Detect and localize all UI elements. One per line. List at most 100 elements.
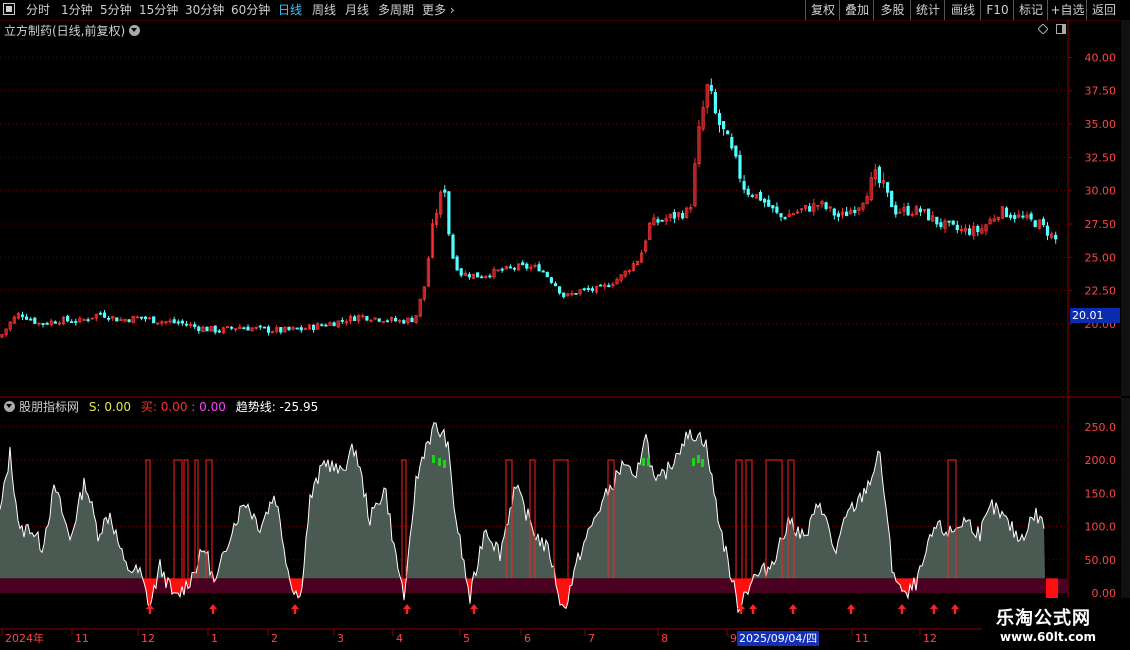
candle-body xyxy=(213,325,217,333)
candle-body xyxy=(906,206,910,216)
candle-body xyxy=(475,272,480,278)
period-tab-1min[interactable]: 1分钟 xyxy=(61,2,93,18)
period-tab-5min[interactable]: 5分钟 xyxy=(100,2,132,18)
indicator-trend-value: 趋势线: -25.95 xyxy=(235,400,319,414)
indicator-title: 股朋指标网 S: 0.00 买: 0.00 : 0.00 趋势线: -25.95 xyxy=(4,398,318,415)
candle-body xyxy=(53,321,57,324)
candle-body xyxy=(853,209,857,213)
stock-chart-canvas[interactable]: 40.00 37.50 35.00 32.50 30.00 27.50 25.00 22.50… xyxy=(0,20,1130,650)
buy-arrow xyxy=(749,604,757,614)
candle-body xyxy=(107,317,111,320)
period-tab-30min[interactable]: 30分钟 xyxy=(185,2,224,18)
adjust-button[interactable]: 复权 xyxy=(805,0,840,20)
stock-title-text: 立方制药(日线,前复权) xyxy=(4,24,126,38)
date-tick-label: 12 xyxy=(141,632,155,645)
signal-pulse xyxy=(401,459,407,579)
indicator-dropdown-icon[interactable] xyxy=(4,401,15,412)
period-tab-monthly[interactable]: 月线 xyxy=(345,2,369,18)
top-marker xyxy=(697,455,700,463)
date-cursor-label: 2025/09/04/四 xyxy=(737,631,820,646)
stats-button[interactable]: 统计 xyxy=(910,0,945,20)
buy-arrow xyxy=(847,604,855,614)
candle-body xyxy=(246,326,250,331)
candle-body xyxy=(939,222,943,228)
price-tick-label: 30.00 xyxy=(1085,185,1117,198)
candle-body xyxy=(742,181,746,190)
candle-body xyxy=(488,275,492,278)
indicator-tick-label: 150.0 xyxy=(1085,487,1117,500)
candle-body xyxy=(180,320,184,324)
candle-body xyxy=(229,326,234,329)
candle-body xyxy=(98,312,102,315)
candle-body xyxy=(590,288,595,291)
period-tab-daily[interactable]: 日线 xyxy=(278,2,302,18)
candle-body xyxy=(512,267,517,270)
candle-body xyxy=(607,285,611,288)
candle-body xyxy=(443,189,447,193)
candle-body xyxy=(877,166,882,184)
current-price-label: 20.01 xyxy=(1070,308,1120,323)
overlay-button[interactable]: 叠加 xyxy=(839,0,874,20)
period-tab-60min[interactable]: 60分钟 xyxy=(231,2,270,18)
indicator-series xyxy=(0,422,1068,614)
window-menu-icon[interactable] xyxy=(3,3,15,15)
candle-body xyxy=(262,326,267,329)
panel-toggle-icon[interactable] xyxy=(1056,24,1066,34)
buy-arrow xyxy=(146,604,154,614)
watermark-url: www.60lt.com xyxy=(1000,630,1097,644)
dropdown-icon[interactable] xyxy=(129,25,141,36)
candle-body xyxy=(1029,213,1033,220)
candle-body xyxy=(127,319,131,323)
f10-button[interactable]: F10 xyxy=(980,0,1014,20)
add-watchlist-button[interactable]: +自选 xyxy=(1047,0,1087,20)
price-tick-label: 22.50 xyxy=(1085,285,1117,298)
indicator-buy-sep: : 0.00 xyxy=(191,400,226,414)
candle-body xyxy=(832,208,836,216)
draw-line-button[interactable]: 画线 xyxy=(944,0,981,20)
candle-body xyxy=(299,327,303,331)
candle-body xyxy=(927,208,931,221)
candle-body xyxy=(352,316,357,321)
candle-body xyxy=(955,224,959,231)
candle-body xyxy=(562,292,566,298)
candle-body xyxy=(20,314,25,318)
candle-body xyxy=(553,283,558,287)
candle-body xyxy=(713,92,718,114)
candle-body xyxy=(1045,225,1050,236)
candle-body xyxy=(29,318,33,321)
back-button[interactable]: 返回 xyxy=(1086,0,1121,20)
diamond-icon[interactable] xyxy=(1038,24,1048,34)
period-tab-15min[interactable]: 15分钟 xyxy=(139,2,178,18)
candle-body xyxy=(45,322,49,325)
date-tick-label: 7 xyxy=(588,632,595,645)
price-tick-label: 32.50 xyxy=(1085,151,1117,164)
date-tick-label: 8 xyxy=(661,632,668,645)
indicator-tick-label: 200.0 xyxy=(1085,454,1117,467)
chevron-right-icon: › xyxy=(446,3,455,17)
candle-body xyxy=(217,330,221,333)
multi-stock-button[interactable]: 多股 xyxy=(873,0,911,20)
date-tick-label: 6 xyxy=(524,632,531,645)
candle-body xyxy=(726,130,730,135)
candle-body xyxy=(176,321,180,324)
signal-pulse xyxy=(194,459,199,579)
candle-body xyxy=(660,219,664,222)
candle-body xyxy=(193,324,197,327)
candle-body xyxy=(545,271,549,278)
candle-body xyxy=(287,326,291,331)
period-tab-more[interactable]: 更多 › xyxy=(422,2,455,18)
top-marker xyxy=(692,458,695,466)
period-tab-multi[interactable]: 多周期 xyxy=(378,2,414,18)
candle-body xyxy=(656,219,660,223)
price-tick-label: 35.00 xyxy=(1085,118,1117,131)
mark-button[interactable]: 标记 xyxy=(1013,0,1048,20)
period-tab-1min-tick[interactable]: 分时 xyxy=(26,2,50,18)
period-toolbar: 分时 1分钟 5分钟 15分钟 30分钟 60分钟 日线 周线 月线 多周期 更… xyxy=(0,0,1130,21)
indicator-name[interactable]: 股朋指标网 xyxy=(19,400,79,414)
signal-pulse xyxy=(145,459,151,579)
buy-arrow xyxy=(789,604,797,614)
candle-body xyxy=(402,320,406,324)
stock-title[interactable]: 立方制药(日线,前复权) xyxy=(4,22,141,39)
period-tab-weekly[interactable]: 周线 xyxy=(312,2,336,18)
candle-body xyxy=(340,320,344,322)
